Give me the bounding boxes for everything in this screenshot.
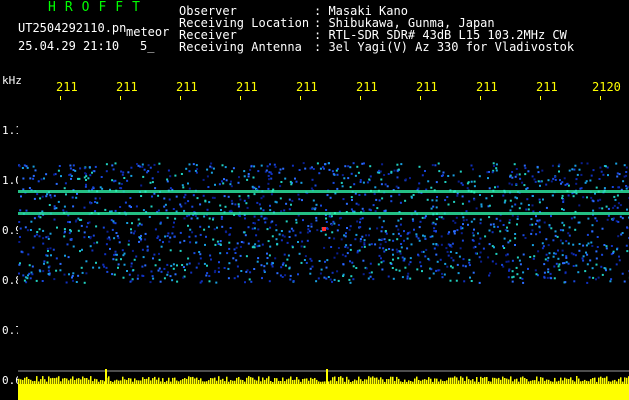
x-tick: 211 <box>536 80 558 94</box>
hrofft-title: HROFFT <box>48 0 149 15</box>
carrier-line-upper <box>18 190 629 193</box>
filename-label: UT2504292110.pn <box>18 21 127 35</box>
x-tick: 211 <box>116 80 138 94</box>
x-tick: 211 <box>176 80 198 94</box>
meteor-tag: meteor <box>126 25 170 39</box>
x-tick: 211 <box>296 80 318 94</box>
x-tick: 211 <box>56 80 78 94</box>
x-tick: 211 <box>356 80 378 94</box>
carrier-line-lower <box>18 212 629 215</box>
x-tick: 211 <box>476 80 498 94</box>
meta-value-antenna: : 3el Yagi(V) Az 330 for Vladivostok <box>314 40 575 54</box>
datetime-label: 25.04.29 21:10 <box>18 39 120 53</box>
y-axis-unit: kHz <box>2 74 22 87</box>
count-label: 5_ <box>140 39 155 53</box>
meteor-echo <box>322 227 326 231</box>
spectrogram-plot <box>18 96 629 400</box>
meta-label-antenna: Receiving Antenna <box>179 40 302 54</box>
x-tick: 211 <box>416 80 438 94</box>
x-tick: 211 <box>236 80 258 94</box>
x-tick: 2120 <box>592 80 621 94</box>
